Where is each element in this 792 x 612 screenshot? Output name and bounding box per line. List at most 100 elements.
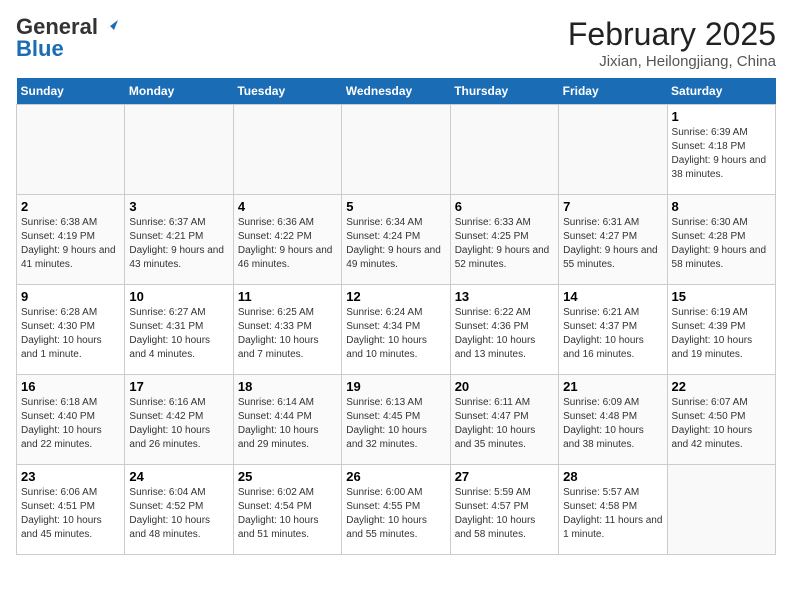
day-header-sunday: Sunday [17, 78, 125, 105]
day-number: 14 [563, 289, 662, 304]
calendar-cell: 16 Sunrise: 6:18 AM Sunset: 4:40 PM Dayli… [17, 375, 125, 465]
page-header: General Blue February 2025 Jixian, Heilo… [16, 16, 776, 70]
day-number: 17 [129, 379, 228, 394]
day-info-text: Sunrise: 6:21 AM Sunset: 4:37 PM Dayligh… [563, 306, 662, 362]
calendar-cell: 24 Sunrise: 6:04 AM Sunset: 4:52 PM Dayli… [125, 465, 233, 555]
day-number: 24 [129, 469, 228, 484]
calendar-cell: 4 Sunrise: 6:36 AM Sunset: 4:22 PM Daylig… [233, 195, 341, 285]
calendar-cell: 23 Sunrise: 6:06 AM Sunset: 4:51 PM Dayli… [17, 465, 125, 555]
logo-general-text: General [16, 16, 98, 38]
day-number: 12 [346, 289, 445, 304]
day-info-text: Sunrise: 6:30 AM Sunset: 4:28 PM Dayligh… [672, 216, 771, 272]
day-info-text: Sunrise: 6:39 AM Sunset: 4:18 PM Dayligh… [672, 126, 771, 182]
calendar-cell: 25Sunrise: 6:02 AM Sunset: 4:54 PM Dayli… [233, 465, 341, 555]
day-number: 8 [672, 199, 771, 214]
day-info-text: Sunrise: 6:38 AM Sunset: 4:19 PM Dayligh… [21, 216, 120, 272]
day-number: 10 [129, 289, 228, 304]
day-info-text: Sunrise: 6:25 AM Sunset: 4:33 PM Dayligh… [238, 306, 337, 362]
calendar-cell [233, 105, 341, 195]
day-number: 20 [455, 379, 554, 394]
calendar-cell: 13 Sunrise: 6:22 AM Sunset: 4:36 PM Dayli… [450, 285, 558, 375]
calendar-cell: 11 Sunrise: 6:25 AM Sunset: 4:33 PM Dayli… [233, 285, 341, 375]
day-info-text: Sunrise: 6:09 AM Sunset: 4:48 PM Dayligh… [563, 396, 662, 452]
calendar-cell [559, 105, 667, 195]
calendar-cell: 12 Sunrise: 6:24 AM Sunset: 4:34 PM Dayli… [342, 285, 450, 375]
calendar-cell: 15 Sunrise: 6:19 AM Sunset: 4:39 PM Dayli… [667, 285, 775, 375]
calendar-cell: 27 Sunrise: 5:59 AM Sunset: 4:57 PM Dayli… [450, 465, 558, 555]
calendar-header-row: SundayMondayTuesdayWednesdayThursdayFrid… [17, 78, 776, 105]
day-info-text: Sunrise: 5:57 AM Sunset: 4:58 PM Dayligh… [563, 486, 662, 542]
day-info-text: Sunrise: 6:28 AM Sunset: 4:30 PM Dayligh… [21, 306, 120, 362]
day-info-text: Sunrise: 6:37 AM Sunset: 4:21 PM Dayligh… [129, 216, 228, 272]
day-info-text: Sunrise: 6:24 AM Sunset: 4:34 PM Dayligh… [346, 306, 445, 362]
day-info-text: Sunrise: 6:18 AM Sunset: 4:40 PM Dayligh… [21, 396, 120, 452]
calendar-cell: 14 Sunrise: 6:21 AM Sunset: 4:37 PM Dayli… [559, 285, 667, 375]
calendar-cell: 28 Sunrise: 5:57 AM Sunset: 4:58 PM Dayli… [559, 465, 667, 555]
day-info-text: Sunrise: 6:11 AM Sunset: 4:47 PM Dayligh… [455, 396, 554, 452]
day-number: 2 [21, 199, 120, 214]
day-number: 15 [672, 289, 771, 304]
day-info-text: Sunrise: 6:13 AM Sunset: 4:45 PM Dayligh… [346, 396, 445, 452]
calendar-cell: 3 Sunrise: 6:37 AM Sunset: 4:21 PM Daylig… [125, 195, 233, 285]
calendar-cell: 2 Sunrise: 6:38 AM Sunset: 4:19 PM Daylig… [17, 195, 125, 285]
calendar-cell [125, 105, 233, 195]
day-info-text: Sunrise: 6:22 AM Sunset: 4:36 PM Dayligh… [455, 306, 554, 362]
day-info-text: Sunrise: 6:02 AM Sunset: 4:54 PM Dayligh… [238, 486, 337, 542]
calendar-cell: 1 Sunrise: 6:39 AM Sunset: 4:18 PM Daylig… [667, 105, 775, 195]
day-header-friday: Friday [559, 78, 667, 105]
day-number: 16 [21, 379, 120, 394]
day-number: 21 [563, 379, 662, 394]
title-section: February 2025 Jixian, Heilongjiang, Chin… [568, 16, 776, 70]
day-info-text: Sunrise: 6:04 AM Sunset: 4:52 PM Dayligh… [129, 486, 228, 542]
day-info-text: Sunrise: 6:34 AM Sunset: 4:24 PM Dayligh… [346, 216, 445, 272]
day-header-thursday: Thursday [450, 78, 558, 105]
calendar-cell: 19 Sunrise: 6:13 AM Sunset: 4:45 PM Dayli… [342, 375, 450, 465]
day-number: 23 [21, 469, 120, 484]
day-info-text: Sunrise: 6:19 AM Sunset: 4:39 PM Dayligh… [672, 306, 771, 362]
calendar-week-row: 1 Sunrise: 6:39 AM Sunset: 4:18 PM Daylig… [17, 105, 776, 195]
day-number: 11 [238, 289, 337, 304]
day-info-text: Sunrise: 6:36 AM Sunset: 4:22 PM Dayligh… [238, 216, 337, 272]
calendar-cell: 9Sunrise: 6:28 AM Sunset: 4:30 PM Daylig… [17, 285, 125, 375]
day-number: 6 [455, 199, 554, 214]
calendar-cell: 5 Sunrise: 6:34 AM Sunset: 4:24 PM Daylig… [342, 195, 450, 285]
calendar-cell: 7Sunrise: 6:31 AM Sunset: 4:27 PM Daylig… [559, 195, 667, 285]
calendar-week-row: 2 Sunrise: 6:38 AM Sunset: 4:19 PM Daylig… [17, 195, 776, 285]
day-info-text: Sunrise: 6:06 AM Sunset: 4:51 PM Dayligh… [21, 486, 120, 542]
calendar-cell: 21 Sunrise: 6:09 AM Sunset: 4:48 PM Dayli… [559, 375, 667, 465]
day-number: 13 [455, 289, 554, 304]
day-number: 27 [455, 469, 554, 484]
day-number: 28 [563, 469, 662, 484]
day-number: 4 [238, 199, 337, 214]
calendar-cell: 6 Sunrise: 6:33 AM Sunset: 4:25 PM Daylig… [450, 195, 558, 285]
calendar-week-row: 23 Sunrise: 6:06 AM Sunset: 4:51 PM Dayli… [17, 465, 776, 555]
calendar-cell: 8 Sunrise: 6:30 AM Sunset: 4:28 PM Daylig… [667, 195, 775, 285]
day-info-text: Sunrise: 6:33 AM Sunset: 4:25 PM Dayligh… [455, 216, 554, 272]
calendar-week-row: 16 Sunrise: 6:18 AM Sunset: 4:40 PM Dayli… [17, 375, 776, 465]
calendar-cell [17, 105, 125, 195]
logo-bird-icon [100, 16, 118, 34]
day-info-text: Sunrise: 6:31 AM Sunset: 4:27 PM Dayligh… [563, 216, 662, 272]
day-info-text: Sunrise: 6:16 AM Sunset: 4:42 PM Dayligh… [129, 396, 228, 452]
calendar-cell [450, 105, 558, 195]
calendar-cell: 26Sunrise: 6:00 AM Sunset: 4:55 PM Dayli… [342, 465, 450, 555]
day-info-text: Sunrise: 5:59 AM Sunset: 4:57 PM Dayligh… [455, 486, 554, 542]
calendar-cell: 20 Sunrise: 6:11 AM Sunset: 4:47 PM Dayli… [450, 375, 558, 465]
calendar-table: SundayMondayTuesdayWednesdayThursdayFrid… [16, 78, 776, 555]
day-number: 19 [346, 379, 445, 394]
calendar-cell [342, 105, 450, 195]
day-header-tuesday: Tuesday [233, 78, 341, 105]
day-info-text: Sunrise: 6:27 AM Sunset: 4:31 PM Dayligh… [129, 306, 228, 362]
day-info-text: Sunrise: 6:07 AM Sunset: 4:50 PM Dayligh… [672, 396, 771, 452]
day-header-monday: Monday [125, 78, 233, 105]
calendar-cell [667, 465, 775, 555]
day-header-saturday: Saturday [667, 78, 775, 105]
day-number: 3 [129, 199, 228, 214]
day-number: 18 [238, 379, 337, 394]
day-number: 5 [346, 199, 445, 214]
day-header-wednesday: Wednesday [342, 78, 450, 105]
day-number: 1 [672, 109, 771, 124]
day-info-text: Sunrise: 6:14 AM Sunset: 4:44 PM Dayligh… [238, 396, 337, 452]
calendar-week-row: 9Sunrise: 6:28 AM Sunset: 4:30 PM Daylig… [17, 285, 776, 375]
calendar-cell: 18 Sunrise: 6:14 AM Sunset: 4:44 PM Dayli… [233, 375, 341, 465]
